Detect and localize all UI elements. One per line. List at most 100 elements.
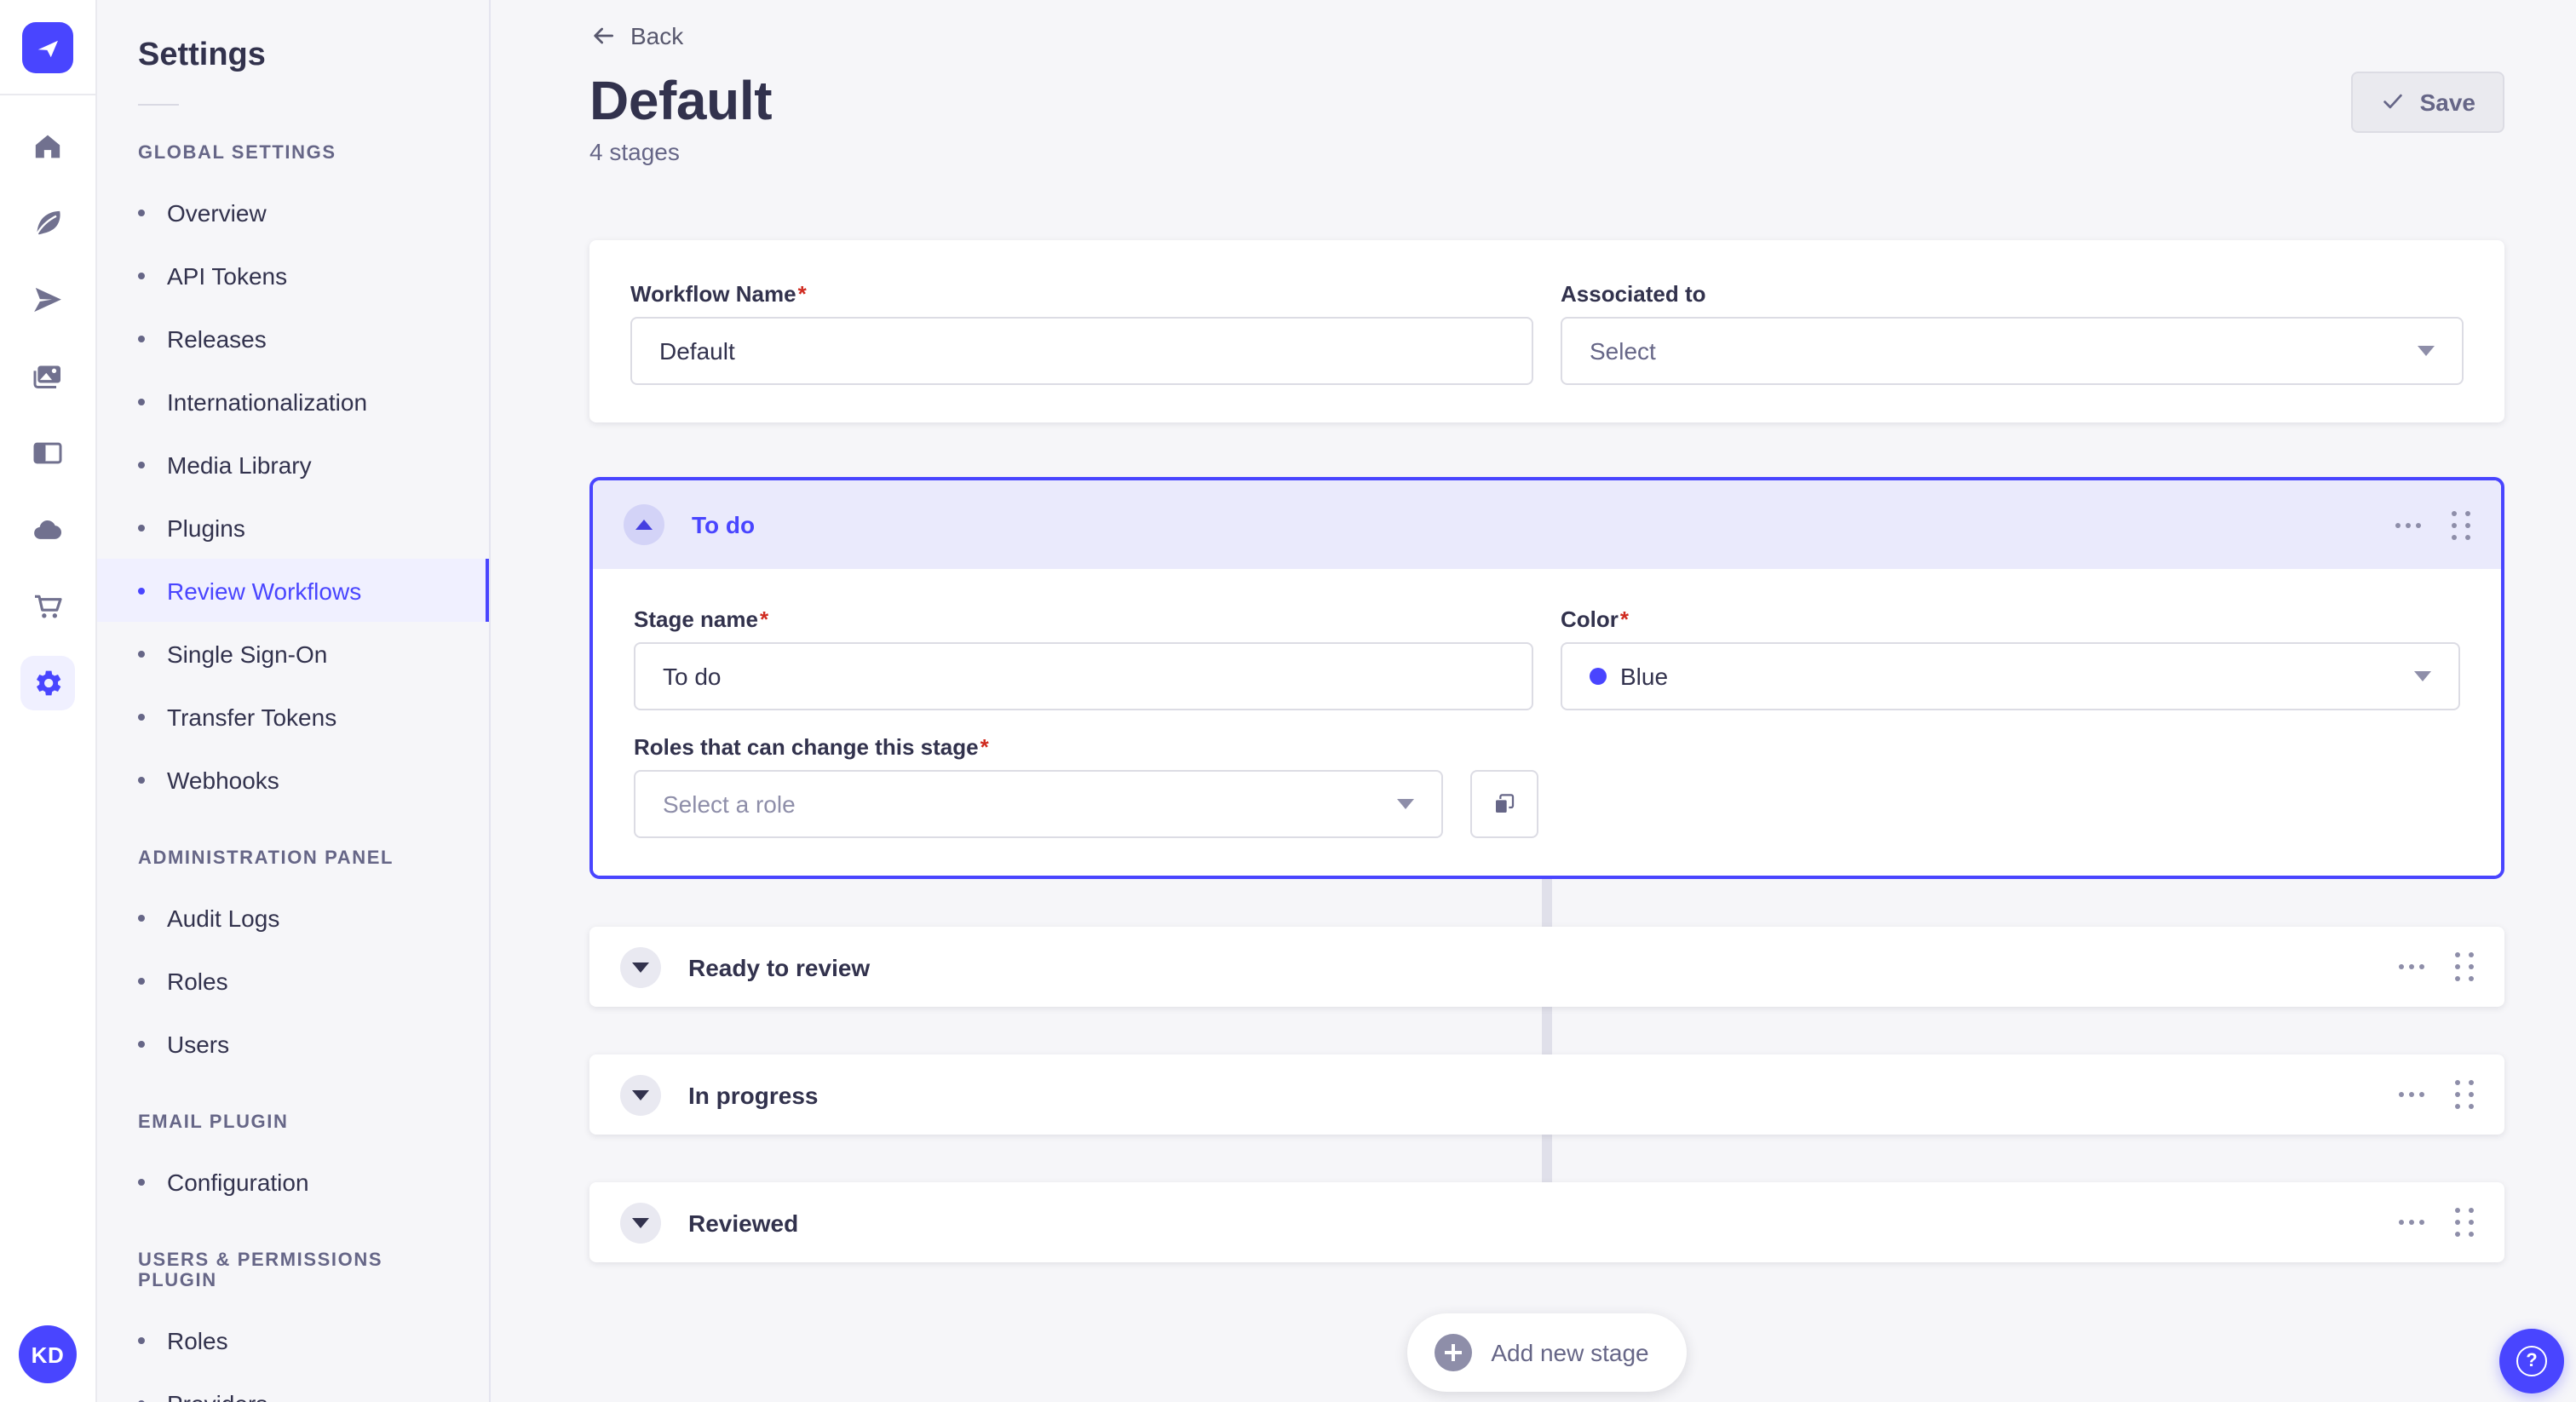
roles-label: Roles that can change this stage *	[634, 734, 989, 760]
back-link[interactable]: Back	[589, 22, 683, 49]
sidebar-item-overview[interactable]: Overview	[97, 181, 489, 244]
help-button[interactable]: ?	[2499, 1329, 2564, 1393]
chevron-down-icon	[1397, 799, 1414, 809]
stage-name-input[interactable]	[634, 642, 1533, 710]
stage-title: Reviewed	[688, 1209, 799, 1236]
bullet-icon	[138, 272, 145, 279]
bullet-icon	[138, 914, 145, 921]
stage-drag-handle[interactable]	[2452, 510, 2470, 539]
bullet-icon	[138, 1336, 145, 1343]
duplicate-roles-button[interactable]	[1470, 770, 1538, 838]
stage-card-in-progress[interactable]: In progress	[589, 1054, 2504, 1135]
section-users-permissions-plugin: USERS & PERMISSIONS PLUGIN Roles Provide…	[97, 1240, 489, 1402]
feather-content-icon[interactable]	[20, 196, 75, 250]
sidebar-item-audit-logs[interactable]: Audit Logs	[97, 886, 489, 949]
associated-to-select[interactable]: Select	[1561, 317, 2464, 385]
content-manager-icon[interactable]	[20, 426, 75, 480]
workflow-name-label: Workflow Name *	[630, 281, 807, 307]
color-select[interactable]: Blue	[1561, 642, 2460, 710]
chevron-down-icon	[2414, 671, 2431, 681]
strapi-admin-app: KD Settings GLOBAL SETTINGS Overview API…	[0, 0, 2576, 1402]
sidebar-item-up-roles[interactable]: Roles	[97, 1308, 489, 1371]
more-options-icon	[2399, 1220, 2424, 1225]
drag-handle-icon	[2452, 510, 2470, 539]
required-marker: *	[759, 606, 769, 632]
strapi-logo[interactable]	[22, 22, 73, 73]
stage-count: 4 stages	[589, 138, 680, 165]
sidebar-item-webhooks[interactable]: Webhooks	[97, 748, 489, 811]
page-title: Default	[589, 70, 773, 131]
stage-card-ready-to-review[interactable]: Ready to review	[589, 927, 2504, 1007]
stage-drag-handle[interactable]	[2455, 1208, 2474, 1237]
bullet-icon	[138, 461, 145, 468]
media-library-icon[interactable]	[20, 349, 75, 404]
cloud-icon[interactable]	[20, 503, 75, 557]
expand-stage-button[interactable]	[620, 946, 661, 987]
stage-drag-handle[interactable]	[2455, 952, 2474, 981]
stage-options-button[interactable]	[2399, 964, 2424, 969]
subnav-title: Settings	[138, 37, 266, 73]
sidebar-item-admin-users[interactable]: Users	[97, 1012, 489, 1075]
bullet-icon	[138, 713, 145, 720]
sidebar-item-admin-roles[interactable]: Roles	[97, 949, 489, 1012]
stage-header[interactable]: To do	[593, 480, 2501, 569]
expand-stage-button[interactable]	[620, 1074, 661, 1115]
drag-handle-icon	[2455, 1080, 2474, 1109]
roles-select[interactable]: Select a role	[634, 770, 1443, 838]
stage-card-reviewed[interactable]: Reviewed	[589, 1182, 2504, 1262]
sidebar-item-media-library[interactable]: Media Library	[97, 433, 489, 496]
sidebar-item-plugins[interactable]: Plugins	[97, 496, 489, 559]
copy-icon	[1496, 794, 1515, 813]
chevron-down-icon	[2418, 346, 2435, 356]
stage-name-field: Stage name *	[634, 606, 1533, 710]
chevron-down-icon	[632, 1089, 649, 1100]
sidebar-item-up-providers[interactable]: Providers	[97, 1371, 489, 1402]
stage-drag-handle[interactable]	[2455, 1080, 2474, 1109]
stage-roles-field: Roles that can change this stage * Select…	[634, 734, 2460, 838]
sidebar-item-api-tokens[interactable]: API Tokens	[97, 244, 489, 307]
section-administration-panel: ADMINISTRATION PANEL Audit Logs Roles Us…	[97, 838, 489, 1075]
drag-handle-icon	[2455, 952, 2474, 981]
user-avatar[interactable]: KD	[19, 1325, 77, 1383]
color-label: Color *	[1561, 606, 1630, 632]
marketplace-cart-icon[interactable]	[20, 579, 75, 634]
sidebar-item-email-configuration[interactable]: Configuration	[97, 1150, 489, 1213]
bullet-icon	[138, 335, 145, 342]
required-marker: *	[1619, 606, 1630, 632]
required-marker: *	[980, 734, 989, 760]
section-header: GLOBAL SETTINGS	[138, 143, 336, 164]
color-swatch-blue	[1590, 668, 1607, 685]
sidebar-item-review-workflows[interactable]: Review Workflows	[97, 559, 489, 622]
bullet-icon	[138, 650, 145, 657]
collapse-stage-button[interactable]	[624, 504, 664, 545]
bullet-icon	[138, 1040, 145, 1047]
associated-to-field: Associated to Select	[1561, 281, 2464, 385]
send-deploy-icon[interactable]	[20, 273, 75, 327]
sidebar-item-transfer-tokens[interactable]: Transfer Tokens	[97, 685, 489, 748]
workflow-name-input[interactable]	[630, 317, 1533, 385]
question-mark-icon: ?	[2516, 1346, 2547, 1376]
stage-connector-line	[1542, 865, 1552, 1199]
expand-stage-button[interactable]	[620, 1202, 661, 1243]
sidebar-item-internationalization[interactable]: Internationalization	[97, 370, 489, 433]
bullet-icon	[138, 776, 145, 783]
stage-options-button[interactable]	[2399, 1220, 2424, 1225]
add-new-stage-button[interactable]: Add new stage	[1407, 1313, 1687, 1392]
associated-to-label: Associated to	[1561, 281, 1706, 307]
stage-options-button[interactable]	[2395, 522, 2421, 527]
main-content: Back Default Save 4 stages Workflow Name…	[491, 0, 2576, 1402]
subnav-divider	[138, 104, 179, 106]
settings-gear-icon[interactable]	[20, 656, 75, 710]
bullet-icon	[138, 398, 145, 405]
section-global-settings: GLOBAL SETTINGS Overview API Tokens Rele…	[97, 133, 489, 811]
sidebar-item-single-sign-on[interactable]: Single Sign-On	[97, 622, 489, 685]
section-header: ADMINISTRATION PANEL	[138, 848, 394, 869]
home-icon[interactable]	[20, 119, 75, 174]
chevron-down-icon	[632, 1217, 649, 1227]
save-button[interactable]: Save	[2351, 71, 2504, 132]
stage-options-button[interactable]	[2399, 1092, 2424, 1097]
section-header: EMAIL PLUGIN	[138, 1112, 289, 1133]
more-options-icon	[2399, 1092, 2424, 1097]
sidebar-item-releases[interactable]: Releases	[97, 307, 489, 370]
stage-color-field: Color * Blue	[1561, 606, 2460, 710]
